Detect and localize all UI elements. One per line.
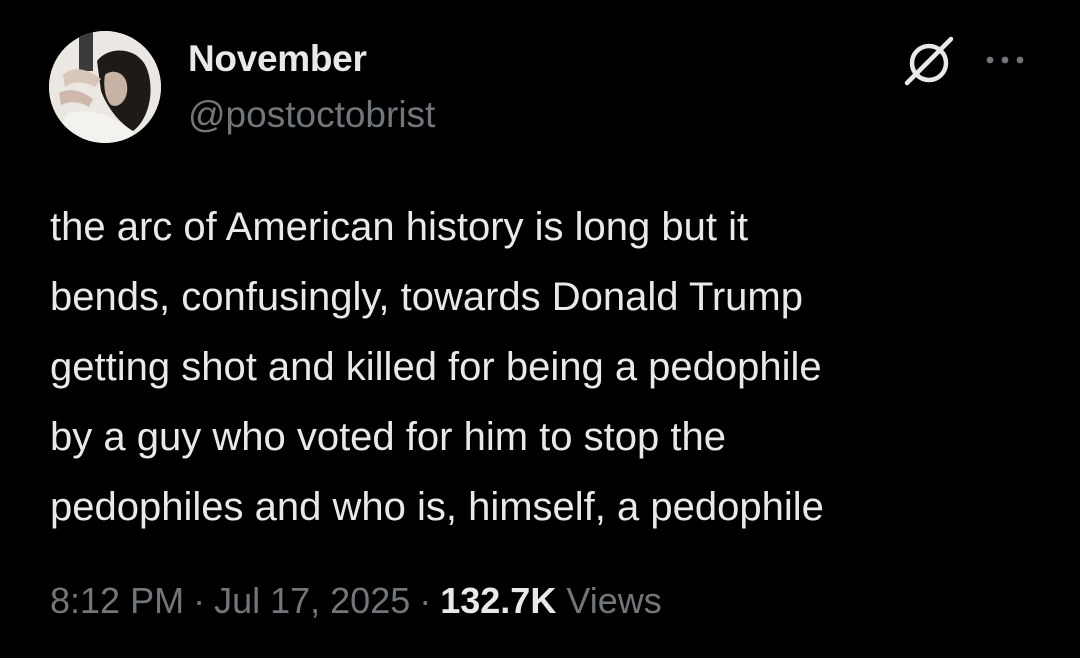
post-date[interactable]: Jul 17, 2025 [214,580,410,621]
tweet-meta: 8:12 PM · Jul 17, 2025 · 132.7K Views [50,580,662,622]
grok-icon[interactable] [901,33,957,89]
tweet-text-line: the arc of American history is long but … [50,205,749,249]
meta-separator: · [419,580,432,621]
post-time[interactable]: 8:12 PM [50,580,184,621]
tweet-text-line: bends, confusingly, towards Donald Trump [50,275,803,319]
tweet: November @postoctobrist the arc of Ameri… [0,0,1080,658]
tweet-text-line: getting shot and killed for being a pedo… [50,345,822,389]
tweet-text: the arc of American history is long but … [50,192,1050,542]
author-display-name[interactable]: November [188,38,367,80]
tweet-text-line: by a guy who voted for him to stop the [50,415,726,459]
views-label: Views [566,580,662,621]
author-handle[interactable]: @postoctobrist [188,94,435,136]
views-count[interactable]: 132.7K [440,580,556,621]
meta-separator: · [193,580,206,621]
avatar-photo [49,31,161,143]
more-options-icon[interactable] [982,47,1028,73]
tweet-text-line: pedophiles and who is, himself, a pedoph… [50,485,824,529]
avatar[interactable] [49,31,161,143]
